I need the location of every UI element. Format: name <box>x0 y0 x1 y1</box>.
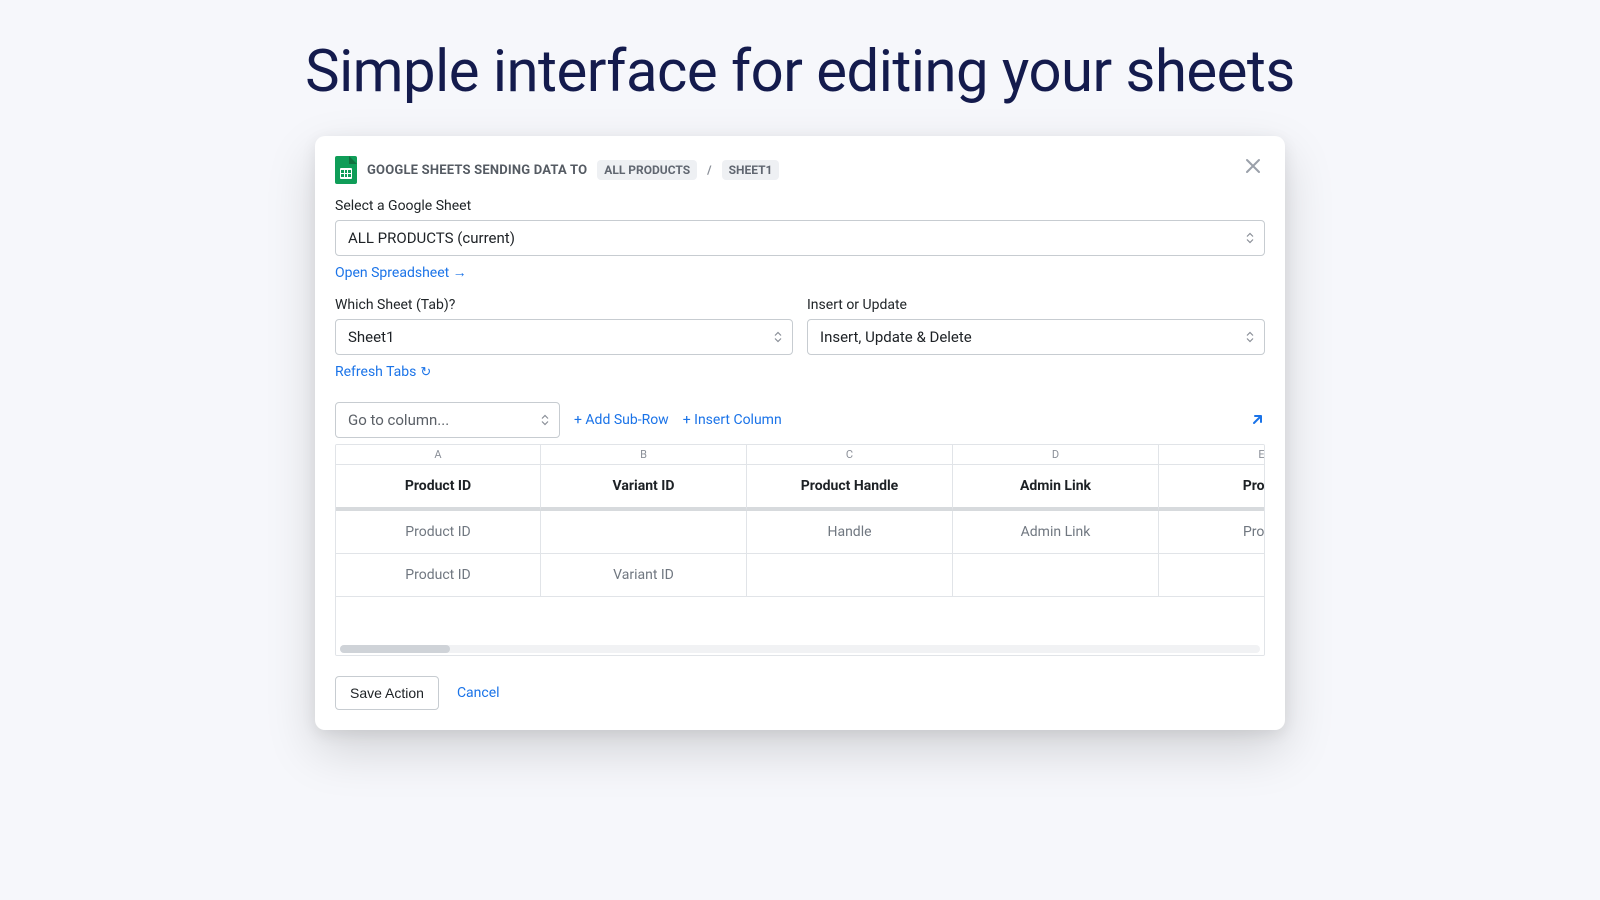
save-action-button[interactable]: Save Action <box>335 676 439 710</box>
google-sheets-icon <box>335 156 357 184</box>
insert-update-label: Insert or Update <box>807 297 1265 313</box>
insert-update-value: Insert, Update & Delete <box>820 328 972 346</box>
refresh-tabs-text: Refresh Tabs <box>335 364 416 380</box>
grid-cell[interactable]: Variant ID <box>541 554 747 597</box>
grid-cell[interactable] <box>747 554 953 597</box>
refresh-tabs-link[interactable]: Refresh Tabs ↻ <box>335 364 431 380</box>
which-tab-label: Which Sheet (Tab)? <box>335 297 793 313</box>
col-letter: A <box>336 445 541 465</box>
cancel-link[interactable]: Cancel <box>457 685 500 701</box>
breadcrumb-separator: / <box>707 163 711 177</box>
modal-card: GOOGLE SHEETS SENDING DATA TO ALL PRODUC… <box>315 136 1285 730</box>
grid-cell[interactable]: Handle <box>747 511 953 554</box>
col-letter: C <box>747 445 953 465</box>
which-tab-value: Sheet1 <box>348 328 394 346</box>
goto-column-dropdown[interactable]: Go to column... <box>335 402 560 438</box>
insert-update-dropdown[interactable]: Insert, Update & Delete <box>807 319 1265 355</box>
grid-cell[interactable] <box>541 511 747 554</box>
expand-icon <box>1249 412 1265 428</box>
col-header[interactable]: Product Handle <box>747 465 953 511</box>
refresh-icon: ↻ <box>420 365 431 380</box>
modal-header: GOOGLE SHEETS SENDING DATA TO ALL PRODUC… <box>335 156 1265 184</box>
close-icon <box>1245 158 1261 174</box>
col-letter: E <box>1159 445 1265 465</box>
col-letter: B <box>541 445 747 465</box>
goto-column-placeholder: Go to column... <box>348 411 449 429</box>
grid-cell[interactable]: Product ID <box>336 511 541 554</box>
which-tab-dropdown[interactable]: Sheet1 <box>335 319 793 355</box>
chevron-updown-icon <box>541 415 549 426</box>
insert-column-link[interactable]: + Insert Column <box>683 412 782 428</box>
expand-button[interactable] <box>1249 412 1265 428</box>
chevron-updown-icon <box>774 332 782 343</box>
col-header[interactable]: Produ <box>1159 465 1265 511</box>
select-sheet-label: Select a Google Sheet <box>335 198 1265 214</box>
column-grid: A B C D E Product ID Variant ID Product … <box>335 444 1265 656</box>
tab-pill: SHEET1 <box>722 160 780 180</box>
grid-cell[interactable] <box>1159 554 1265 597</box>
open-spreadsheet-link[interactable]: Open Spreadsheet → <box>335 265 467 281</box>
page-headline: Simple interface for editing your sheets <box>0 0 1600 106</box>
scrollbar-thumb[interactable] <box>340 645 450 653</box>
col-letter: D <box>953 445 1159 465</box>
close-button[interactable] <box>1241 154 1265 178</box>
grid-cell[interactable] <box>953 554 1159 597</box>
grid-cell[interactable]: Product ID <box>336 554 541 597</box>
col-header[interactable]: Admin Link <box>953 465 1159 511</box>
select-sheet-value: ALL PRODUCTS (current) <box>348 229 515 247</box>
header-prefix: GOOGLE SHEETS SENDING DATA TO <box>367 163 587 178</box>
select-sheet-dropdown[interactable]: ALL PRODUCTS (current) <box>335 220 1265 256</box>
col-header[interactable]: Variant ID <box>541 465 747 511</box>
chevron-updown-icon <box>1246 233 1254 244</box>
grid-cell[interactable]: Produ <box>1159 511 1265 554</box>
spreadsheet-pill: ALL PRODUCTS <box>597 160 697 180</box>
horizontal-scrollbar[interactable] <box>340 645 1260 653</box>
grid-cell[interactable]: Admin Link <box>953 511 1159 554</box>
add-subrow-link[interactable]: + Add Sub-Row <box>574 412 669 428</box>
col-header[interactable]: Product ID <box>336 465 541 511</box>
chevron-updown-icon <box>1246 332 1254 343</box>
